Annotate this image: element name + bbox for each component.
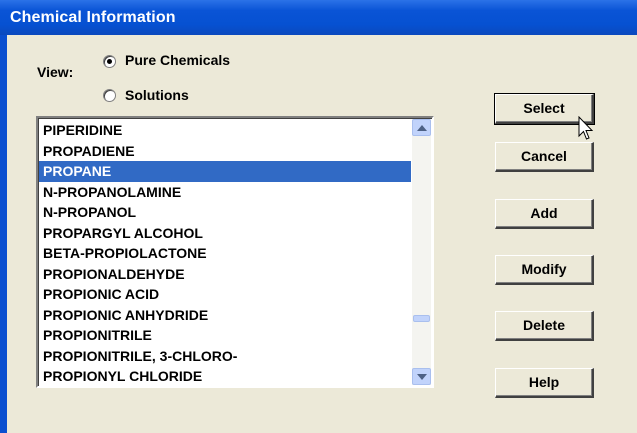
scroll-thumb[interactable] bbox=[413, 315, 430, 322]
list-item[interactable]: PROPIONYL CHLORIDE bbox=[39, 366, 411, 387]
list-item[interactable]: PROPIONITRILE bbox=[39, 325, 411, 346]
scroll-up-button[interactable] bbox=[412, 119, 431, 136]
scroll-up-icon bbox=[417, 125, 427, 131]
scroll-down-button[interactable] bbox=[412, 368, 431, 385]
modify-button[interactable]: Modify bbox=[495, 255, 594, 285]
list-item[interactable]: PROPADIENE bbox=[39, 141, 411, 162]
radio-selected-dot bbox=[107, 59, 112, 64]
cancel-button[interactable]: Cancel bbox=[495, 142, 594, 172]
title-bar[interactable]: Chemical Information bbox=[0, 0, 637, 35]
add-button[interactable]: Add bbox=[495, 199, 594, 229]
listbox-scrollbar[interactable] bbox=[412, 119, 431, 385]
list-item[interactable]: PROPIONALDEHYDE bbox=[39, 264, 411, 285]
chemical-listbox[interactable]: PIPERIDINE PROPADIENE PROPANE N-PROPANOLAMI… bbox=[36, 116, 434, 388]
radio-solutions-label[interactable]: Solutions bbox=[125, 87, 189, 103]
list-item[interactable]: N-PROPANOLAMINE bbox=[39, 182, 411, 203]
list-item[interactable]: BETA-PROPIOLACTONE bbox=[39, 243, 411, 264]
radio-pure-chemicals-label[interactable]: Pure Chemicals bbox=[125, 52, 230, 68]
help-button[interactable]: Help bbox=[495, 368, 594, 398]
chemical-information-dialog: Chemical Information View: Pure Chemical… bbox=[0, 0, 637, 433]
list-item[interactable]: PROPIONIC ACID bbox=[39, 284, 411, 305]
list-item[interactable]: N-PROPANOL bbox=[39, 202, 411, 223]
chemical-list-items: PIPERIDINE PROPADIENE PROPANE N-PROPANOLAMI… bbox=[39, 120, 411, 387]
list-item[interactable]: PIPERIDINE bbox=[39, 120, 411, 141]
list-item[interactable]: PROPARGYL ALCOHOL bbox=[39, 223, 411, 244]
window-frame-left bbox=[0, 35, 7, 433]
list-item[interactable]: PROPIONIC ANHYDRIDE bbox=[39, 305, 411, 326]
scroll-down-icon bbox=[417, 374, 427, 380]
window-title: Chemical Information bbox=[10, 9, 176, 26]
delete-button[interactable]: Delete bbox=[495, 311, 594, 341]
radio-solutions-indicator[interactable] bbox=[103, 89, 116, 102]
view-label: View: bbox=[37, 64, 74, 80]
mouse-pointer-icon bbox=[578, 116, 594, 140]
list-item[interactable]: PROPIONITRILE, 3-CHLORO- bbox=[39, 346, 411, 367]
list-item[interactable]: PROPANE bbox=[39, 161, 411, 182]
radio-pure-chemicals-indicator[interactable] bbox=[103, 55, 116, 68]
